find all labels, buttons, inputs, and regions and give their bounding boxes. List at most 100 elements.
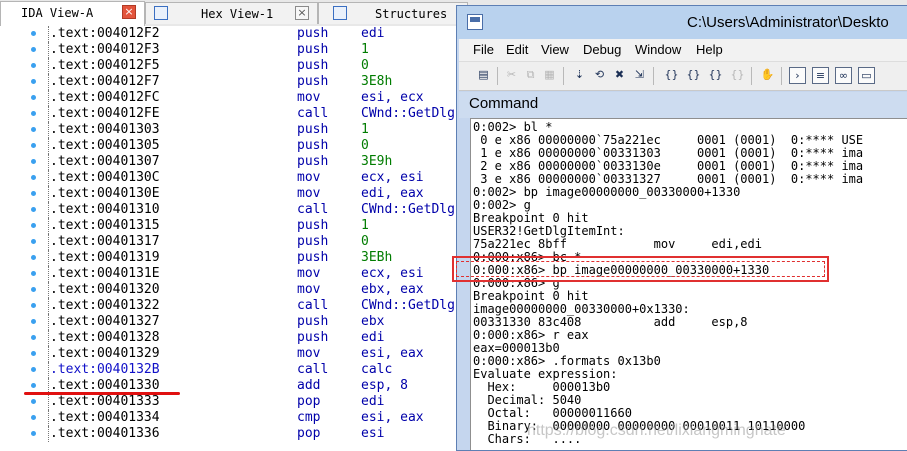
listing-address: .text:004012F5 bbox=[50, 58, 160, 73]
stop-debugging-icon[interactable]: ✖ bbox=[611, 67, 628, 84]
insert-breakpoint-icon[interactable]: {} bbox=[729, 67, 746, 84]
step-over-icon[interactable]: {} bbox=[663, 67, 680, 84]
listing-row[interactable]: .text:00401328 push edi bbox=[0, 330, 470, 346]
listing-address: .text:00401305 bbox=[50, 138, 160, 153]
listing-row[interactable]: .text:00401305 push 0 bbox=[0, 138, 470, 154]
listing-row[interactable]: .text:00401319 push 3EBh bbox=[0, 250, 470, 266]
listing-row[interactable]: .text:00401315 push 1 bbox=[0, 218, 470, 234]
breakpoint-dot-icon[interactable] bbox=[31, 303, 36, 308]
listing-row[interactable]: .text:00401329 mov esi, eax bbox=[0, 346, 470, 362]
listing-row[interactable]: .text:00401317 push 0 bbox=[0, 234, 470, 250]
menu-view[interactable]: View bbox=[541, 42, 569, 57]
breakpoint-dot-icon[interactable] bbox=[31, 143, 36, 148]
tab-hex-view-1[interactable]: Hex View-1 × bbox=[145, 2, 318, 24]
close-icon[interactable]: × bbox=[122, 5, 136, 19]
breakpoint-dot-icon[interactable] bbox=[31, 111, 36, 116]
menu-edit[interactable]: Edit bbox=[506, 42, 528, 57]
listing-row[interactable]: .text:00401310 call CWnd::GetDlg bbox=[0, 202, 470, 218]
paste-icon[interactable]: ▦ bbox=[541, 67, 558, 84]
breakpoint-dot-icon[interactable] bbox=[31, 287, 36, 292]
menu-window[interactable]: Window bbox=[635, 42, 681, 57]
breakpoint-dot-icon[interactable] bbox=[31, 335, 36, 340]
listing-row[interactable]: .text:0040132B call calc bbox=[0, 362, 470, 378]
listing-row[interactable]: .text:004012F5 push 0 bbox=[0, 58, 470, 74]
breakpoint-dot-icon[interactable] bbox=[31, 383, 36, 388]
breakpoint-dot-icon[interactable] bbox=[31, 79, 36, 84]
listing-row[interactable]: .text:00401307 push 3E9h bbox=[0, 154, 470, 170]
command-output[interactable]: 0:002> bl * 0 e x86 00000000`75a221ec 00… bbox=[470, 118, 907, 450]
listing-row[interactable]: .text:004012F3 push 1 bbox=[0, 42, 470, 58]
listing-address: .text:004012FE bbox=[50, 106, 160, 121]
listing-row[interactable]: .text:00401303 push 1 bbox=[0, 122, 470, 138]
step-into-icon[interactable]: ⇣ bbox=[571, 67, 588, 84]
copy-icon[interactable]: ⧉ bbox=[522, 67, 539, 84]
listing-operand: calc bbox=[361, 362, 393, 377]
menu-file[interactable]: File bbox=[473, 42, 494, 57]
breakpoint-dot-icon[interactable] bbox=[31, 127, 36, 132]
tab-structures[interactable]: Structures bbox=[318, 2, 468, 24]
listing-row[interactable]: .text:00401333 pop edi bbox=[0, 394, 470, 410]
menu-bar: File Edit View Debug Window Help bbox=[459, 39, 907, 61]
tab-ida-view-a[interactable]: IDA View-A × bbox=[0, 1, 145, 26]
listing-mnemonic: pop bbox=[297, 426, 321, 441]
tab-label: Hex View-1 bbox=[201, 7, 274, 21]
close-icon[interactable]: × bbox=[295, 6, 309, 20]
listing-address: .text:0040130E bbox=[50, 186, 160, 201]
listing-mnemonic: push bbox=[297, 42, 329, 57]
breakpoint-dot-icon[interactable] bbox=[31, 207, 36, 212]
cut-icon[interactable]: ✂ bbox=[503, 67, 520, 84]
listing-row[interactable]: .text:004012FE call CWnd::GetDlg bbox=[0, 106, 470, 122]
listing-row[interactable]: .text:0040130E mov edi, eax bbox=[0, 186, 470, 202]
listing-mnemonic: push bbox=[297, 330, 329, 345]
listing-row[interactable]: .text:004012F2 push edi bbox=[0, 26, 470, 42]
listing-row[interactable]: .text:004012FC mov esi, ecx bbox=[0, 90, 470, 106]
open-folder-icon[interactable]: ▤ bbox=[475, 67, 492, 84]
listing-row[interactable]: .text:0040131E mov ecx, esi bbox=[0, 266, 470, 282]
listing-address: .text:00401322 bbox=[50, 298, 160, 313]
registers-window-icon[interactable]: ▭ bbox=[858, 67, 875, 84]
hand-icon[interactable]: ✋ bbox=[759, 67, 776, 84]
breakpoint-dot-icon[interactable] bbox=[31, 239, 36, 244]
breakpoint-dot-icon[interactable] bbox=[31, 415, 36, 420]
listing-mnemonic: mov bbox=[297, 186, 321, 201]
breakpoint-dot-icon[interactable] bbox=[31, 63, 36, 68]
break-icon[interactable]: ⇲ bbox=[631, 67, 648, 84]
step-out-icon[interactable]: {} bbox=[685, 67, 702, 84]
locals-window-icon[interactable]: ∞ bbox=[835, 67, 852, 84]
listing-address: .text:0040131E bbox=[50, 266, 160, 281]
listing-row[interactable]: .text:00401334 cmp esi, eax bbox=[0, 410, 470, 426]
breakpoint-dot-icon[interactable] bbox=[31, 271, 36, 276]
listing-mnemonic: push bbox=[297, 154, 329, 169]
breakpoint-dot-icon[interactable] bbox=[31, 367, 36, 372]
ida-disassembly-listing[interactable]: .text:004012F2 push edi .text:004012F3 push 1… bbox=[0, 26, 470, 451]
windbg-titlebar[interactable]: C:\Users\Administrator\Deskto bbox=[457, 6, 907, 39]
menu-debug[interactable]: Debug bbox=[583, 42, 621, 57]
breakpoint-dot-icon[interactable] bbox=[31, 159, 36, 164]
listing-address: .text:00401336 bbox=[50, 426, 160, 441]
command-window-header: Command bbox=[459, 92, 907, 118]
listing-row[interactable]: .text:004012F7 push 3E8h bbox=[0, 74, 470, 90]
listing-row[interactable]: .text:0040130C mov ecx, esi bbox=[0, 170, 470, 186]
watch-window-icon[interactable]: ≡ bbox=[812, 67, 829, 84]
breakpoint-dot-icon[interactable] bbox=[31, 351, 36, 356]
breakpoint-dot-icon[interactable] bbox=[31, 95, 36, 100]
breakpoint-dot-icon[interactable] bbox=[31, 175, 36, 180]
breakpoint-dot-icon[interactable] bbox=[31, 399, 36, 404]
listing-row[interactable]: .text:00401322 call CWnd::GetDlg bbox=[0, 298, 470, 314]
listing-row[interactable]: .text:00401336 pop esi bbox=[0, 426, 470, 442]
listing-mnemonic: push bbox=[297, 26, 329, 41]
restart-icon[interactable]: ⟲ bbox=[591, 67, 608, 84]
run-to-cursor-icon[interactable]: {} bbox=[707, 67, 724, 84]
breakpoint-dot-icon[interactable] bbox=[31, 191, 36, 196]
windbg-window[interactable]: C:\Users\Administrator\Deskto File Edit … bbox=[456, 5, 907, 451]
breakpoint-dot-icon[interactable] bbox=[31, 223, 36, 228]
breakpoint-dot-icon[interactable] bbox=[31, 47, 36, 52]
listing-row[interactable]: .text:00401320 mov ebx, eax bbox=[0, 282, 470, 298]
command-window-icon[interactable]: › bbox=[789, 67, 806, 84]
breakpoint-dot-icon[interactable] bbox=[31, 31, 36, 36]
listing-row[interactable]: .text:00401327 push ebx bbox=[0, 314, 470, 330]
menu-help[interactable]: Help bbox=[696, 42, 723, 57]
breakpoint-dot-icon[interactable] bbox=[31, 319, 36, 324]
breakpoint-dot-icon[interactable] bbox=[31, 255, 36, 260]
breakpoint-dot-icon[interactable] bbox=[31, 431, 36, 436]
